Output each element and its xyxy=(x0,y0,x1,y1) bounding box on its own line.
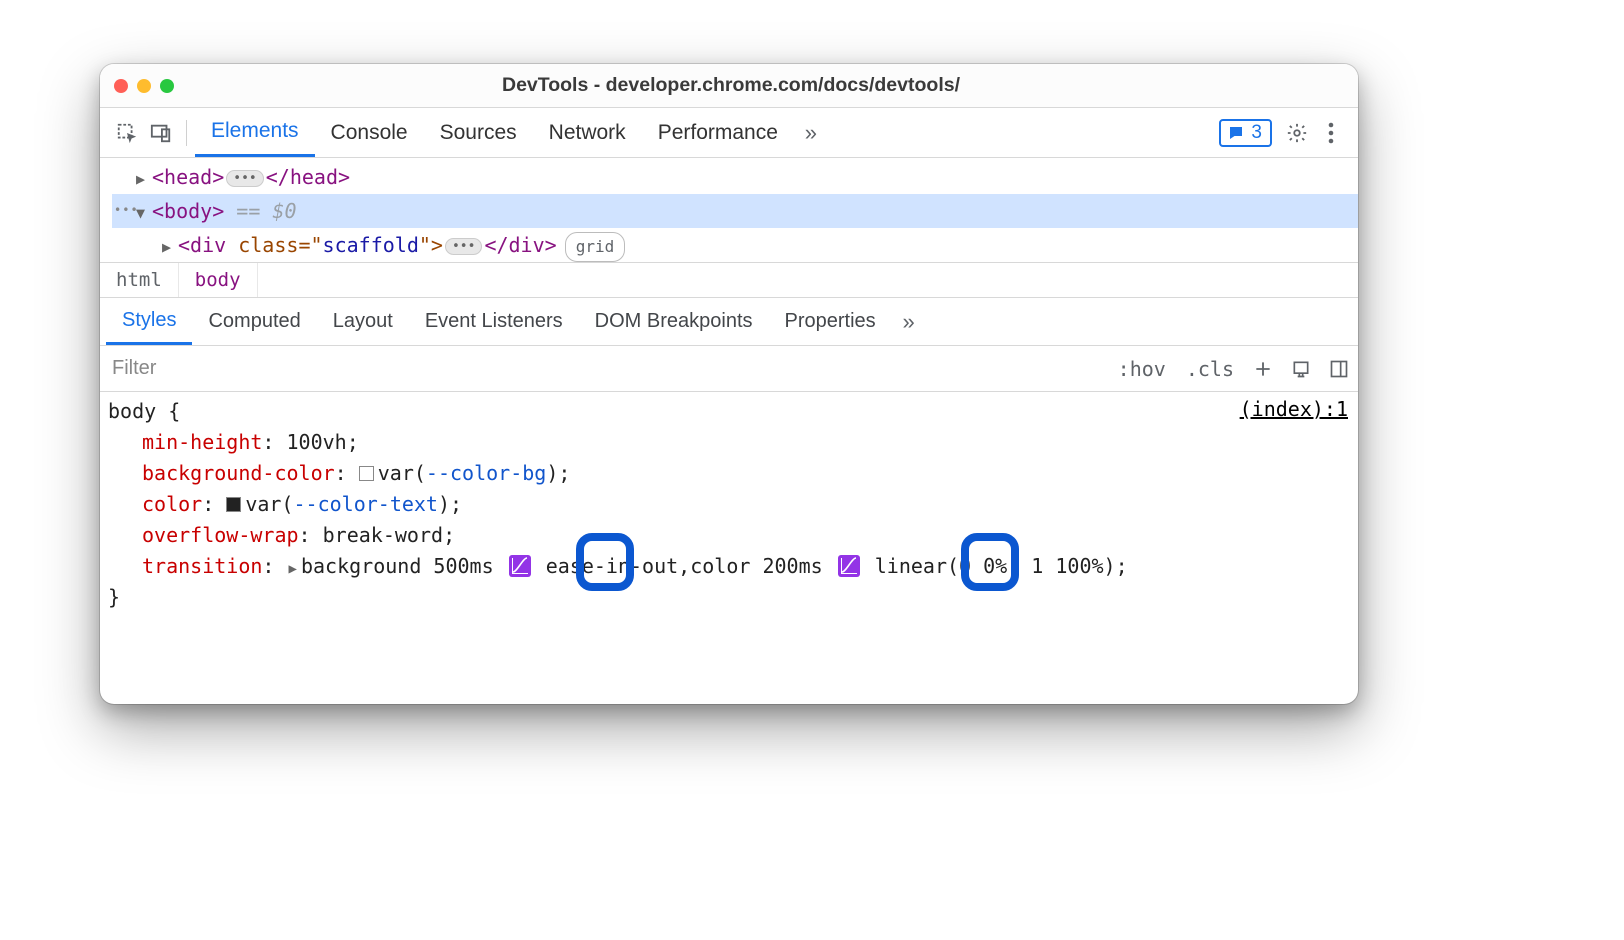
decl-overflow-wrap[interactable]: overflow-wrap: break-word; xyxy=(108,520,1348,551)
issue-count: 3 xyxy=(1251,122,1262,144)
window-title: DevTools - developer.chrome.com/docs/dev… xyxy=(118,74,1344,97)
rendering-icon[interactable] xyxy=(1284,352,1318,386)
color-swatch-icon[interactable] xyxy=(226,497,241,512)
issues-badge[interactable]: 3 xyxy=(1219,119,1272,147)
decl-transition[interactable]: transition: ▶background 500ms ease-in-ou… xyxy=(108,551,1348,582)
dom-node-body[interactable]: ▼<body> == $0 xyxy=(112,194,1358,228)
hov-toggle[interactable]: :hov xyxy=(1108,357,1176,381)
devtools-window: DevTools - developer.chrome.com/docs/dev… xyxy=(100,64,1358,704)
dom-tree[interactable]: ▶<head>•••</head> ▼<body> == $0 ▶<div cl… xyxy=(100,158,1358,262)
tab-elements[interactable]: Elements xyxy=(195,108,315,157)
rule-close: } xyxy=(108,582,1348,613)
main-toolbar: Elements Console Sources Network Perform… xyxy=(100,108,1358,158)
ellipsis-badge[interactable]: ••• xyxy=(226,170,263,187)
tab-network[interactable]: Network xyxy=(533,108,642,157)
expand-shorthand-icon[interactable]: ▶ xyxy=(289,561,297,577)
breadcrumb: html body xyxy=(100,262,1358,298)
decl-background-color[interactable]: background-color: var(--color-bg); xyxy=(108,458,1348,489)
device-toolbar-icon[interactable] xyxy=(144,116,178,150)
breadcrumb-html[interactable]: html xyxy=(100,263,179,297)
easing-editor-icon[interactable] xyxy=(838,555,860,577)
rule-origin-link[interactable]: (index):1 xyxy=(1240,394,1348,425)
filter-input[interactable] xyxy=(100,346,1108,391)
expand-caret-icon[interactable]: ▶ xyxy=(162,235,174,261)
inspect-element-icon[interactable] xyxy=(110,116,144,150)
color-swatch-icon[interactable] xyxy=(359,466,374,481)
separator xyxy=(186,120,187,146)
tab-sources[interactable]: Sources xyxy=(424,108,533,157)
new-style-rule-icon[interactable] xyxy=(1246,352,1280,386)
more-subtabs-icon[interactable]: » xyxy=(892,305,926,339)
rule-selector[interactable]: body { xyxy=(108,396,1348,427)
subtab-properties[interactable]: Properties xyxy=(769,298,892,345)
easing-editor-icon[interactable] xyxy=(509,555,531,577)
cls-toggle[interactable]: .cls xyxy=(1176,357,1244,381)
kebab-menu-icon[interactable] xyxy=(1314,116,1348,150)
styles-pane[interactable]: (index):1 body { min-height: 100vh; back… xyxy=(100,392,1358,623)
styles-subtabs: Styles Computed Layout Event Listeners D… xyxy=(100,298,1358,346)
titlebar: DevTools - developer.chrome.com/docs/dev… xyxy=(100,64,1358,108)
decl-color[interactable]: color: var(--color-text); xyxy=(108,489,1348,520)
breadcrumb-body[interactable]: body xyxy=(179,263,258,297)
decl-min-height[interactable]: min-height: 100vh; xyxy=(108,427,1348,458)
collapse-caret-icon[interactable]: ▼ xyxy=(136,201,148,227)
settings-icon[interactable] xyxy=(1280,116,1314,150)
subtab-layout[interactable]: Layout xyxy=(317,298,409,345)
subtab-dom-breakpoints[interactable]: DOM Breakpoints xyxy=(579,298,769,345)
computed-sidebar-icon[interactable] xyxy=(1322,352,1356,386)
tab-console[interactable]: Console xyxy=(315,108,424,157)
subtab-computed[interactable]: Computed xyxy=(192,298,316,345)
subtab-event-listeners[interactable]: Event Listeners xyxy=(409,298,579,345)
expand-caret-icon[interactable]: ▶ xyxy=(136,167,148,193)
tab-performance[interactable]: Performance xyxy=(642,108,794,157)
more-tabs-icon[interactable]: » xyxy=(794,116,828,150)
filter-row: :hov .cls xyxy=(100,346,1358,392)
dom-node-div-scaffold[interactable]: ▶<div class="scaffold">•••</div>grid xyxy=(112,228,1358,262)
dom-node-head[interactable]: ▶<head>•••</head> xyxy=(112,160,1358,194)
subtab-styles[interactable]: Styles xyxy=(106,298,192,345)
grid-badge[interactable]: grid xyxy=(565,232,626,262)
ellipsis-badge[interactable]: ••• xyxy=(445,238,482,255)
